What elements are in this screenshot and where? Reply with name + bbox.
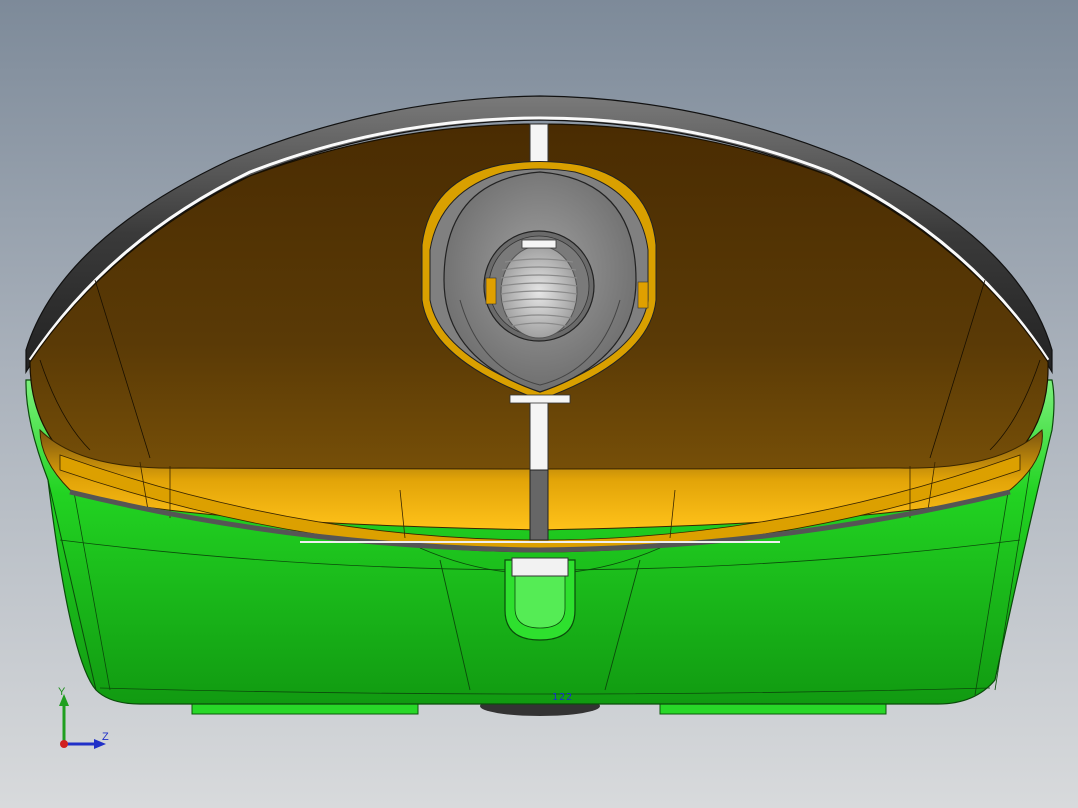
axis-triad: Y Z bbox=[52, 686, 122, 756]
cad-viewport[interactable]: 122 Y Z bbox=[0, 0, 1078, 808]
axis-y-label: Y bbox=[58, 686, 66, 698]
part-number-label: 122 bbox=[552, 692, 574, 703]
center-split-bottom bbox=[529, 469, 549, 541]
mouse-model-render[interactable] bbox=[0, 0, 1078, 808]
axis-z-label: Z bbox=[102, 731, 109, 743]
center-split-mid bbox=[529, 399, 549, 471]
